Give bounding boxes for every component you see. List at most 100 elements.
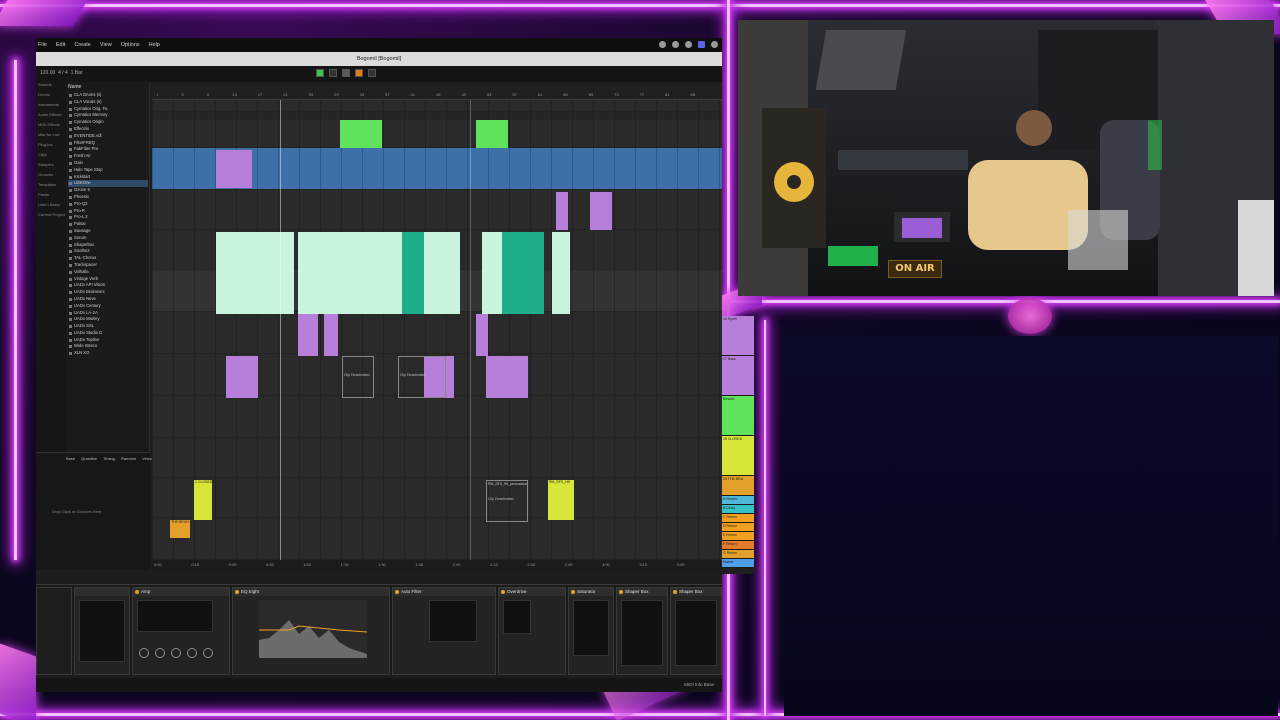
mixer-track[interactable]: 17 Bass <box>722 356 754 396</box>
browser-item[interactable]: UADx Topline <box>68 337 148 344</box>
browser-category[interactable]: Clips <box>36 152 66 162</box>
device-saturator[interactable]: Saturator <box>568 587 614 675</box>
track-lane[interactable] <box>152 518 722 560</box>
play-button[interactable] <box>316 69 324 77</box>
browser-category[interactable]: Audio Effects <box>36 112 66 122</box>
mixer-track[interactable]: 19 THE BRU <box>722 476 754 496</box>
arrangement-clip[interactable] <box>298 314 318 356</box>
device-shaper-box-1[interactable]: Shaper Box <box>616 587 668 675</box>
track-lane[interactable] <box>152 112 722 120</box>
browser-item[interactable]: Kickstart <box>68 174 148 181</box>
browser-item[interactable]: CLA Drums (s) <box>68 92 148 99</box>
browser-category[interactable]: Packs <box>36 192 66 202</box>
menu-edit[interactable]: Edit <box>56 42 65 48</box>
track-lane[interactable] <box>152 120 722 148</box>
browser-category[interactable]: Drums <box>36 92 66 102</box>
device-overdrive[interactable]: Overdrive <box>498 587 566 675</box>
browser-item[interactable]: TAL-Chorus <box>68 255 148 262</box>
tempo-value[interactable]: 120.00 <box>40 70 55 76</box>
browser-item[interactable]: XLN XO <box>68 350 148 357</box>
browser-item[interactable]: Pulsar <box>68 221 148 228</box>
gain-knob[interactable] <box>139 648 149 658</box>
arrangement-clip[interactable]: THE BRUH <box>170 520 190 538</box>
bluetooth-icon[interactable] <box>685 41 692 48</box>
browser-item[interactable]: Halo Tape Stop <box>68 167 148 174</box>
arrangement-clip[interactable]: RM_SFS_HH <box>548 480 574 520</box>
browser-item[interactable]: Serum <box>68 235 148 242</box>
browser-item[interactable]: CLA Vocals (s) <box>68 99 148 106</box>
power-icon[interactable] <box>135 590 139 594</box>
browser-item[interactable]: Sausage <box>68 228 148 235</box>
menu-create[interactable]: Create <box>74 42 91 48</box>
browser-category[interactable]: Sounds <box>36 82 66 92</box>
browser-item[interactable]: Phoenix <box>68 194 148 201</box>
device-shaper-box-2[interactable]: Shaper Box <box>670 587 722 675</box>
device-auto-filter[interactable]: Auto Filter <box>392 587 496 675</box>
middle-knob[interactable] <box>171 648 181 658</box>
browser-category[interactable]: Current Project <box>36 212 66 222</box>
timeline-ruler[interactable]: 1 5 9 13 17 21 25 29 33 37 41 45 49 53 57 61 65 69 73 77 81 8… <box>152 82 722 100</box>
arrangement-view[interactable]: 1 5 9 13 17 21 25 29 33 37 41 45 49 53 57 61 65 69 73 77 81 8… <box>152 82 722 570</box>
arrangement-clip[interactable] <box>424 232 460 314</box>
arrangement-clip[interactable] <box>486 356 528 398</box>
menu-file[interactable]: File <box>38 42 47 48</box>
browser-item[interactable]: Ozone 9 <box>68 187 148 194</box>
track-lane[interactable] <box>152 312 722 354</box>
browser-category[interactable]: Templates <box>36 182 66 192</box>
arrangement-clip[interactable] <box>216 150 252 188</box>
deactivated-clip[interactable]: Clip Deactivated <box>342 356 374 398</box>
arrangement-clip[interactable] <box>590 192 612 230</box>
arrangement-clip[interactable] <box>552 232 570 314</box>
browser-item[interactable]: LittleOne <box>68 180 148 188</box>
mixer-track[interactable]: A Reverb <box>722 496 754 505</box>
browser-item[interactable]: Cymatics Origin <box>68 119 148 126</box>
record-button[interactable] <box>342 69 350 77</box>
menu-view[interactable]: View <box>100 42 112 48</box>
browser-category[interactable]: Max for Live <box>36 132 66 142</box>
arrangement-clip[interactable] <box>482 232 502 314</box>
playhead[interactable] <box>280 100 281 560</box>
device-instrument[interactable] <box>74 587 130 675</box>
arrangement-clip[interactable] <box>340 120 382 148</box>
presence-knob[interactable] <box>203 648 213 658</box>
track-lane[interactable] <box>152 438 722 478</box>
power-icon[interactable] <box>235 590 239 594</box>
arrangement-clip[interactable] <box>324 314 338 356</box>
treble-knob[interactable] <box>187 648 197 658</box>
stop-button[interactable] <box>329 69 337 77</box>
browser-category[interactable]: User Library <box>36 202 66 212</box>
browser-category[interactable]: Instruments <box>36 102 66 112</box>
menu-help[interactable]: Help <box>149 42 160 48</box>
browser-category[interactable]: MIDI Effects <box>36 122 66 132</box>
track-lane[interactable] <box>152 478 722 518</box>
mixer-track[interactable]: B Delay <box>722 505 754 514</box>
browser-item[interactable]: UADx Studio D <box>68 330 148 337</box>
browser-item[interactable]: UADx Neve <box>68 296 148 303</box>
mixer-track[interactable]: E Return <box>722 532 754 541</box>
eq-curve-display[interactable] <box>259 600 367 658</box>
arrangement-clip[interactable] <box>556 192 568 230</box>
arrangement-clip[interactable] <box>298 232 402 314</box>
browser-category[interactable]: Plug-ins <box>36 142 66 152</box>
track-lane[interactable] <box>152 190 722 230</box>
browser-item[interactable]: Soothe2 <box>68 248 148 255</box>
arrangement-clip[interactable] <box>226 356 258 398</box>
mixer-track[interactable]: 16 Synth <box>722 316 754 356</box>
mixer-track[interactable]: G Return <box>722 550 754 559</box>
arrangement-clip[interactable] <box>402 232 424 314</box>
browser-item[interactable]: Trackspacer <box>68 262 148 269</box>
deactivated-clip[interactable]: Clip Deactivated <box>398 356 446 398</box>
loop-button[interactable] <box>355 69 363 77</box>
browser-item[interactable]: Cymatics Orig. Fa <box>68 106 148 113</box>
browser-item[interactable]: UADx LA-2A <box>68 310 148 317</box>
mixer-track[interactable]: Reverb <box>722 396 754 436</box>
power-icon[interactable] <box>501 590 505 594</box>
track-lane[interactable] <box>152 396 722 438</box>
mixer-track[interactable]: C Return <box>722 514 754 523</box>
browser-item[interactable]: Pro-Q3 <box>68 201 148 208</box>
browser-item[interactable]: UADx API Vision <box>68 282 148 289</box>
track-lane[interactable] <box>152 100 722 112</box>
sync-icon[interactable] <box>672 41 679 48</box>
lock-icon[interactable] <box>659 41 666 48</box>
power-icon[interactable] <box>571 590 575 594</box>
